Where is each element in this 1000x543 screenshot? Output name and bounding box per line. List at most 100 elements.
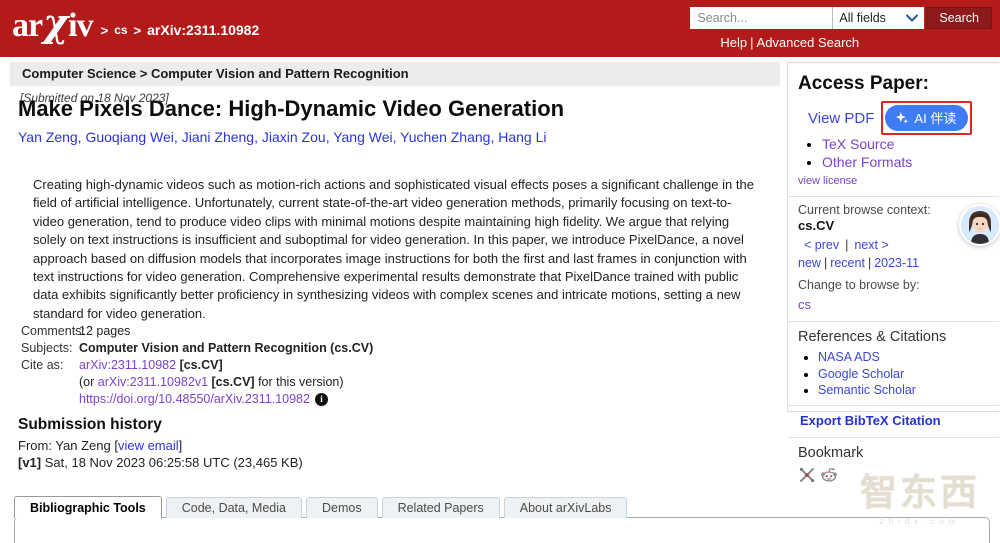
- cite-version-suffix: for this version): [254, 375, 344, 389]
- view-pdf-row: View PDF AI 伴读: [808, 101, 989, 135]
- tab-code-data-media[interactable]: Code, Data, Media: [165, 497, 302, 518]
- search-input[interactable]: [690, 7, 833, 29]
- list-item: Semantic Scholar: [818, 383, 989, 398]
- cite-category: [cs.CV]: [179, 358, 223, 372]
- author-link[interactable]: Guoqiang Wei: [85, 129, 181, 145]
- search-field-select[interactable]: All fields: [832, 7, 925, 29]
- semantic-scholar-link[interactable]: Semantic Scholar: [818, 383, 916, 397]
- cite-version-link[interactable]: arXiv:2311.10982v1: [98, 375, 208, 389]
- google-scholar-link[interactable]: Google Scholar: [818, 367, 904, 381]
- comments-label: Comments:: [21, 324, 85, 338]
- tex-source-link[interactable]: TeX Source: [822, 136, 894, 152]
- list-item: NASA ADS: [818, 350, 989, 365]
- recent-link[interactable]: recent: [830, 256, 865, 270]
- nav-pipe: |: [823, 256, 828, 270]
- avatar-girl-icon: [961, 206, 999, 244]
- author-link[interactable]: Hang Li: [498, 129, 546, 145]
- version-tag: [v1]: [18, 455, 42, 470]
- list-item: Google Scholar: [818, 367, 989, 382]
- references-citations-heading: References & Citations: [798, 329, 947, 345]
- metadata-table: Comments: 12 pages Subjects: Computer Vi…: [21, 323, 373, 408]
- breadcrumb-section-cs[interactable]: cs: [114, 23, 127, 37]
- next-link[interactable]: next >: [854, 238, 888, 252]
- help-link[interactable]: Help: [720, 35, 747, 50]
- submission-from-line: From: Yan Zeng [view email]: [18, 438, 182, 453]
- comments-value: 12 pages: [79, 324, 131, 338]
- logo-text-prefix: ar: [12, 7, 43, 44]
- header-search-area: All fields Search Help|Advanced Search: [690, 7, 992, 50]
- info-icon[interactable]: i: [314, 393, 328, 406]
- help-links: Help | Advanced Search: [720, 35, 992, 50]
- cite-version-row: (or arXiv:2311.10982v1 [cs.CV] for this …: [79, 374, 373, 391]
- assistant-avatar[interactable]: [959, 204, 1000, 246]
- reddit-icon[interactable]: [820, 466, 838, 484]
- view-email-link[interactable]: view email: [118, 438, 179, 453]
- labs-tab-panel: [14, 517, 990, 543]
- prev-link[interactable]: < prev: [804, 238, 839, 252]
- tab-related-papers[interactable]: Related Papers: [381, 497, 500, 518]
- nav-pipe: |: [845, 238, 849, 252]
- change-browse-label: Change to browse by:: [798, 278, 920, 292]
- subjects-value: Computer Vision and Pattern Recognition …: [79, 341, 374, 355]
- listing-nav: new | recent | 2023-11: [798, 256, 989, 270]
- bibsonomy-icon[interactable]: [798, 466, 816, 484]
- site-header: arχiv > cs > arXiv:2311.10982 All fields…: [0, 0, 1000, 57]
- browse-cs-link[interactable]: cs: [798, 297, 811, 312]
- logo-chi-glyph: χ: [43, 0, 68, 45]
- arxiv-abstract-page: arχiv > cs > arXiv:2311.10982 All fields…: [0, 0, 1000, 543]
- cite-as-row: Cite as: arXiv:2311.10982 [cs.CV]: [21, 357, 373, 374]
- sparkle-icon: [896, 111, 909, 124]
- comments-row: Comments: 12 pages: [21, 323, 373, 340]
- tab-about-arxivlabs[interactable]: About arXivLabs: [503, 497, 628, 518]
- author-link[interactable]: Yang Wei: [333, 129, 400, 145]
- submission-v1-line: [v1] Sat, 18 Nov 2023 06:25:58 UTC (23,4…: [18, 455, 303, 470]
- sidebar-divider: [788, 404, 999, 406]
- subjects-label: Subjects:: [21, 341, 73, 355]
- sidebar-divider: [788, 196, 999, 197]
- sidebar-divider: [788, 436, 999, 438]
- labs-tab-bar: Bibliographic Tools Code, Data, Media De…: [14, 496, 628, 519]
- abstract-text: Creating high-dynamic videos such as mot…: [33, 177, 754, 321]
- breadcrumb-separator: >: [133, 22, 142, 38]
- logo-text-suffix: iv: [68, 7, 93, 44]
- search-button[interactable]: Search: [926, 7, 992, 29]
- doi-link[interactable]: https://doi.org/10.48550/arXiv.2311.1098…: [79, 391, 310, 408]
- subjects-row: Subjects: Computer Vision and Pattern Re…: [21, 340, 373, 357]
- new-link[interactable]: new: [798, 256, 821, 270]
- author-link[interactable]: Jiani Zheng: [182, 129, 262, 145]
- cite-version-prefix: (or: [79, 375, 98, 389]
- breadcrumb-article-id[interactable]: arXiv:2311.10982: [147, 22, 259, 38]
- export-bibtex-link[interactable]: Export BibTeX Citation: [800, 413, 941, 428]
- nasa-ads-link[interactable]: NASA ADS: [818, 350, 880, 364]
- tab-bibliographic-tools[interactable]: Bibliographic Tools: [14, 496, 162, 519]
- view-pdf-link[interactable]: View PDF: [808, 110, 874, 127]
- help-pipe: |: [750, 35, 754, 50]
- version-info: Sat, 18 Nov 2023 06:25:58 UTC (23,465 KB…: [41, 455, 303, 470]
- month-link[interactable]: 2023-11: [874, 256, 919, 270]
- submission-history-heading: Submission history: [18, 416, 162, 433]
- other-formats-link[interactable]: Other Formats: [822, 154, 912, 170]
- cite-arxiv-link[interactable]: arXiv:2311.10982: [79, 358, 176, 372]
- ai-button-label: AI 伴读: [914, 111, 957, 126]
- arxiv-logo[interactable]: arχiv: [12, 3, 94, 45]
- sidebar-divider: [788, 321, 999, 322]
- author-link[interactable]: Jiaxin Zou: [262, 129, 333, 145]
- cite-version-category: [cs.CV]: [211, 375, 255, 389]
- from-text: From: Yan Zeng [: [18, 438, 118, 453]
- from-text-end: ]: [178, 438, 183, 453]
- view-license-link[interactable]: view license: [798, 175, 857, 187]
- doi-row: https://doi.org/10.48550/arXiv.2311.1098…: [79, 391, 373, 408]
- ai-companion-button[interactable]: AI 伴读: [885, 105, 969, 131]
- prev-next-nav: < prev | next >: [804, 238, 989, 252]
- advanced-search-link[interactable]: Advanced Search: [757, 35, 860, 50]
- breadcrumb: > cs > arXiv:2311.10982: [101, 22, 260, 38]
- author-link[interactable]: Yan Zeng: [18, 129, 85, 145]
- header-breadcrumb-area: arχiv > cs > arXiv:2311.10982: [12, 3, 260, 45]
- tab-demos[interactable]: Demos: [305, 497, 378, 518]
- bookmark-heading: Bookmark: [798, 444, 864, 461]
- breadcrumb-separator: >: [100, 22, 109, 38]
- author-link[interactable]: Yuchen Zhang: [400, 129, 498, 145]
- references-list: NASA ADS Google Scholar Semantic Scholar: [818, 350, 989, 398]
- search-row: All fields Search: [690, 7, 992, 29]
- subject-bar: Computer Science > Computer Vision and P…: [10, 62, 780, 86]
